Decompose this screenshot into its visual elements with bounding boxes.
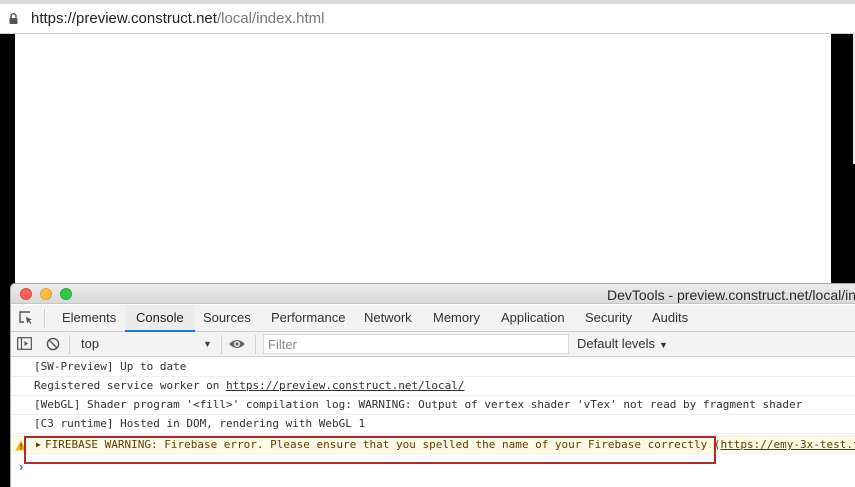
tab-memory[interactable]: Memory bbox=[433, 305, 480, 332]
dropdown-arrow-icon: ▼ bbox=[203, 339, 212, 349]
tabbar-divider bbox=[44, 309, 45, 328]
address-bar[interactable]: https://preview.construct.net/local/inde… bbox=[0, 0, 855, 34]
window-edge bbox=[831, 34, 855, 284]
log-levels-label: Default levels bbox=[577, 336, 656, 351]
eye-icon[interactable] bbox=[228, 337, 246, 351]
console-message: [WebGL] Shader program '<fill>' compilat… bbox=[11, 396, 855, 415]
console-message-text: [WebGL] Shader program '<fill>' compilat… bbox=[34, 398, 803, 411]
tab-audits[interactable]: Audits bbox=[652, 305, 688, 332]
window-minimize-button[interactable] bbox=[40, 288, 52, 300]
url-path: /local/index.html bbox=[216, 10, 325, 27]
clear-console-icon[interactable] bbox=[46, 337, 60, 351]
console-message: [SW-Preview] Up to date bbox=[11, 358, 855, 377]
console-prompt-icon[interactable]: › bbox=[19, 459, 23, 474]
tab-elements[interactable]: Elements bbox=[62, 305, 116, 332]
devtools-titlebar[interactable]: DevTools - preview.construct.net/local/i… bbox=[11, 284, 855, 304]
console-link[interactable]: https://preview.construct.net/local/ bbox=[226, 379, 464, 392]
window-close-button[interactable] bbox=[20, 288, 32, 300]
console-output[interactable]: [SW-Preview] Up to date Registered servi… bbox=[11, 358, 855, 487]
console-message-text: [SW-Preview] Up to date bbox=[34, 360, 187, 373]
context-value: top bbox=[81, 336, 100, 351]
dropdown-arrow-icon: ▼ bbox=[659, 340, 668, 350]
devtools-window: DevTools - preview.construct.net/local/i… bbox=[10, 283, 855, 487]
show-sidebar-icon[interactable] bbox=[17, 337, 32, 350]
console-message: [C3 runtime] Hosted in DOM, rendering wi… bbox=[11, 415, 855, 434]
console-toolbar: top ▼ Default levels▼ bbox=[11, 332, 855, 357]
filter-input[interactable] bbox=[263, 334, 569, 354]
context-selector[interactable]: top ▼ bbox=[77, 334, 217, 354]
lock-icon bbox=[9, 13, 18, 24]
toolbar-divider bbox=[69, 335, 70, 354]
tab-application[interactable]: Application bbox=[501, 305, 565, 332]
tab-console[interactable]: Console bbox=[125, 305, 195, 332]
page-viewport[interactable] bbox=[15, 34, 831, 284]
window-maximize-button[interactable] bbox=[60, 288, 72, 300]
tab-strip-edge bbox=[0, 0, 855, 4]
console-warning-message[interactable]: ▶ FIREBASE WARNING: Firebase error. Plea… bbox=[11, 435, 855, 454]
url-text[interactable]: https://preview.construct.net/local/inde… bbox=[31, 10, 325, 27]
tab-security[interactable]: Security bbox=[585, 305, 632, 332]
console-warning-text: FIREBASE WARNING: Firebase error. Please… bbox=[45, 438, 721, 451]
warning-icon bbox=[15, 440, 27, 451]
expand-arrow-icon[interactable]: ▶ bbox=[36, 436, 41, 454]
toolbar-divider bbox=[221, 335, 222, 354]
console-message-text: [C3 runtime] Hosted in DOM, rendering wi… bbox=[34, 417, 366, 430]
console-link[interactable]: https://emy-3x-test.f bbox=[721, 438, 855, 451]
devtools-tabbar: Elements Console Sources Performance Net… bbox=[11, 305, 855, 332]
toolbar-divider bbox=[255, 335, 256, 354]
tab-sources[interactable]: Sources bbox=[203, 305, 251, 332]
console-message-text: FIREBASE WARNING: Firebase error. Please… bbox=[45, 436, 855, 454]
console-message: Registered service worker on https://pre… bbox=[11, 377, 855, 396]
tab-network[interactable]: Network bbox=[364, 305, 412, 332]
devtools-title: DevTools - preview.construct.net/local/i… bbox=[607, 287, 855, 303]
console-message-prefix: Registered service worker on bbox=[34, 379, 227, 392]
url-host: https://preview.construct.net bbox=[31, 10, 217, 27]
console-message-text: Registered service worker on https://pre… bbox=[34, 377, 464, 395]
log-levels-dropdown[interactable]: Default levels ▼ bbox=[577, 336, 668, 351]
tab-performance[interactable]: Performance bbox=[271, 305, 345, 332]
inspect-element-icon[interactable] bbox=[19, 311, 33, 325]
